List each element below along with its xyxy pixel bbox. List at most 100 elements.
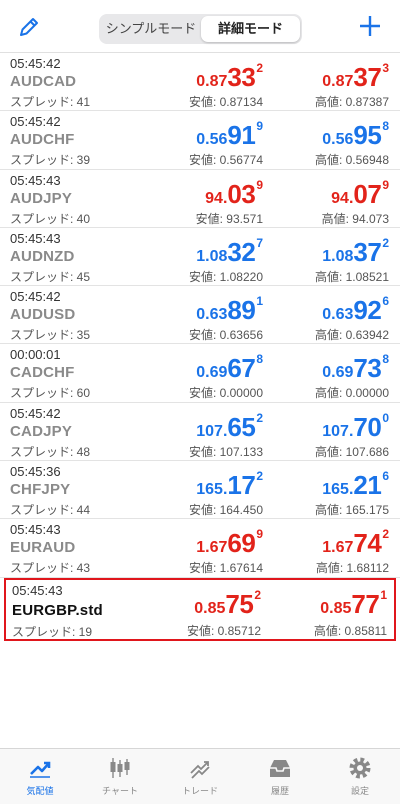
quote-spread: スプレッド: 35 [10, 328, 91, 343]
ask-price-pips: 37 [353, 236, 382, 267]
bid-price: 165.172 [196, 469, 263, 501]
bid-price: 1.08327 [196, 236, 263, 268]
ask-price-prefix: 0.56 [322, 131, 354, 149]
quote-symbol: AUDUSD [10, 306, 76, 324]
high-value: 高値: 0.63942 [314, 328, 389, 343]
tab-label-settings: 設定 [350, 786, 369, 796]
ask-price-prefix: 94. [331, 189, 354, 207]
ask-price-pips: 37 [353, 62, 382, 92]
tab-label-trade: トレード [181, 786, 218, 796]
high-value: 高値: 1.08521 [314, 269, 389, 284]
ask-price-prefix: 0.69 [322, 364, 354, 382]
tab-chart[interactable]: チャート [80, 755, 160, 803]
ask-price-pips: 70 [353, 411, 382, 442]
quote-row[interactable]: 05:45:36 CHFJPY スプレッド: 44 165.172 安値: 164.45… [0, 461, 400, 520]
high-value: 高値: 165.175 [314, 503, 389, 518]
ask-price-prefix: 1.67 [322, 539, 354, 557]
quote-list: 05:45:42 AUDCAD スプレッド: 41 0.87332 安値: 0.8713… [0, 52, 400, 641]
quote-row[interactable]: 05:45:43 EURAUD スプレッド: 43 1.67699 安値: 1.6761… [0, 519, 400, 578]
ask-price-prefix: 107. [322, 422, 354, 440]
bid-price-prefix: 0.69 [196, 364, 228, 382]
quote-time: 05:45:42 [10, 405, 61, 421]
quote-row[interactable]: 00:00:01 CADCHF スプレッド: 60 0.69678 安値: 0.0000… [0, 344, 400, 403]
ask-price-pips: 95 [353, 120, 382, 151]
tab-trade[interactable]: トレード [160, 755, 240, 803]
bid-price-fraction: 9 [256, 527, 263, 542]
high-value: 高値: 107.686 [314, 444, 389, 459]
bid-price: 94.039 [205, 178, 263, 210]
segment-detail-mode[interactable]: 詳細モード [201, 16, 300, 42]
bid-price-prefix: 107. [196, 422, 228, 440]
low-value: 安値: 0.63656 [188, 328, 263, 343]
pencil-icon [20, 18, 38, 36]
bid-price-pips: 17 [227, 470, 256, 501]
edit-button[interactable] [16, 14, 42, 40]
quote-row[interactable]: 05:45:42 AUDCHF スプレッド: 39 0.56919 安値: 0.5677… [0, 111, 400, 170]
low-value: 安値: 0.00000 [188, 386, 263, 401]
low-value: 安値: 93.571 [195, 211, 263, 226]
high-value: 高値: 0.56948 [314, 153, 389, 168]
bid-price-fraction: 7 [256, 235, 263, 250]
bid-price-fraction: 8 [256, 352, 263, 367]
ask-price: 0.69738 [322, 352, 389, 384]
low-value: 安値: 1.67614 [188, 561, 263, 576]
ask-price-prefix: 0.63 [322, 306, 354, 324]
ask-price-pips: 73 [353, 353, 382, 384]
quote-time: 05:45:36 [10, 464, 61, 480]
quote-time: 05:45:42 [10, 56, 61, 71]
high-value: 高値: 1.68112 [315, 561, 389, 576]
high-value: 高値: 0.87387 [314, 95, 389, 109]
bid-price-fraction: 9 [256, 119, 263, 134]
ask-price: 0.87373 [322, 61, 389, 93]
quote-row[interactable]: 05:45:42 AUDUSD スプレッド: 35 0.63891 安値: 0.6365… [0, 286, 400, 345]
ask-price-fraction: 3 [382, 61, 389, 75]
quote-row[interactable]: 05:45:43 AUDNZD スプレッド: 45 1.08327 安値: 1.0822… [0, 228, 400, 287]
bid-price-fraction: 9 [256, 177, 263, 192]
bid-price: 0.63891 [196, 294, 263, 326]
ask-price-fraction: 2 [382, 235, 389, 250]
bid-price-pips: 69 [227, 528, 256, 559]
quote-row[interactable]: 05:45:42 AUDCAD スプレッド: 41 0.87332 安値: 0.8713… [0, 53, 400, 112]
ask-price: 165.216 [322, 469, 389, 501]
quote-symbol: CADJPY [10, 422, 73, 440]
high-value: 高値: 0.00000 [314, 386, 389, 401]
high-value: 高値: 94.073 [321, 211, 389, 226]
tab-label-chart: チャート [102, 786, 138, 796]
ask-price-fraction: 2 [382, 527, 389, 542]
quote-spread: スプレッド: 40 [10, 211, 91, 226]
tab-label-history: 履歴 [270, 786, 289, 796]
quote-time: 05:45:43 [10, 230, 61, 246]
quote-symbol: AUDCHF [10, 131, 75, 149]
bid-price: 107.652 [196, 411, 263, 443]
ask-price: 0.63926 [322, 294, 389, 326]
bid-price-fraction: 2 [254, 587, 261, 602]
quote-spread: スプレッド: 41 [10, 95, 91, 109]
quote-row[interactable]: 05:45:43 EURGBP.std スプレッド: 19 0.85752 安値: 0.… [4, 577, 396, 641]
quote-time: 05:45:43 [12, 582, 63, 598]
ask-price-pips: 92 [353, 295, 382, 326]
settings-icon [349, 757, 371, 779]
low-value: 安値: 164.450 [188, 503, 263, 518]
add-symbol-button[interactable] [356, 12, 384, 40]
quote-symbol: AUDCAD [10, 73, 77, 90]
tab-bar: 気配値 チャート トレード 履歴 設定 [0, 748, 400, 804]
bid-price-fraction: 2 [256, 410, 263, 425]
bid-price-prefix: 165. [196, 481, 228, 499]
quote-spread: スプレッド: 43 [10, 561, 91, 576]
quote-symbol: AUDNZD [10, 247, 75, 265]
bid-price-prefix: 0.63 [196, 306, 228, 324]
tab-label-quotes: 気配値 [26, 786, 54, 796]
ask-price-fraction: 9 [382, 177, 389, 192]
ask-price-pips: 77 [351, 588, 380, 619]
tab-history[interactable]: 履歴 [240, 755, 320, 803]
chart-icon [110, 758, 130, 778]
ask-price-fraction: 6 [382, 469, 389, 484]
quote-row[interactable]: 05:45:43 AUDJPY スプレッド: 40 94.039 安値: 93.571 9… [0, 170, 400, 228]
quote-time: 05:45:42 [10, 289, 61, 305]
quote-row[interactable]: 05:45:42 CADJPY スプレッド: 48 107.652 安値: 107.13… [0, 403, 400, 462]
tab-settings[interactable]: 設定 [320, 755, 400, 803]
quote-time: 05:45:42 [10, 114, 61, 130]
segment-simple-mode[interactable]: シンプルモード [101, 16, 201, 42]
tab-quotes[interactable]: 気配値 [0, 755, 80, 803]
low-value: 安値: 0.85712 [186, 623, 261, 638]
